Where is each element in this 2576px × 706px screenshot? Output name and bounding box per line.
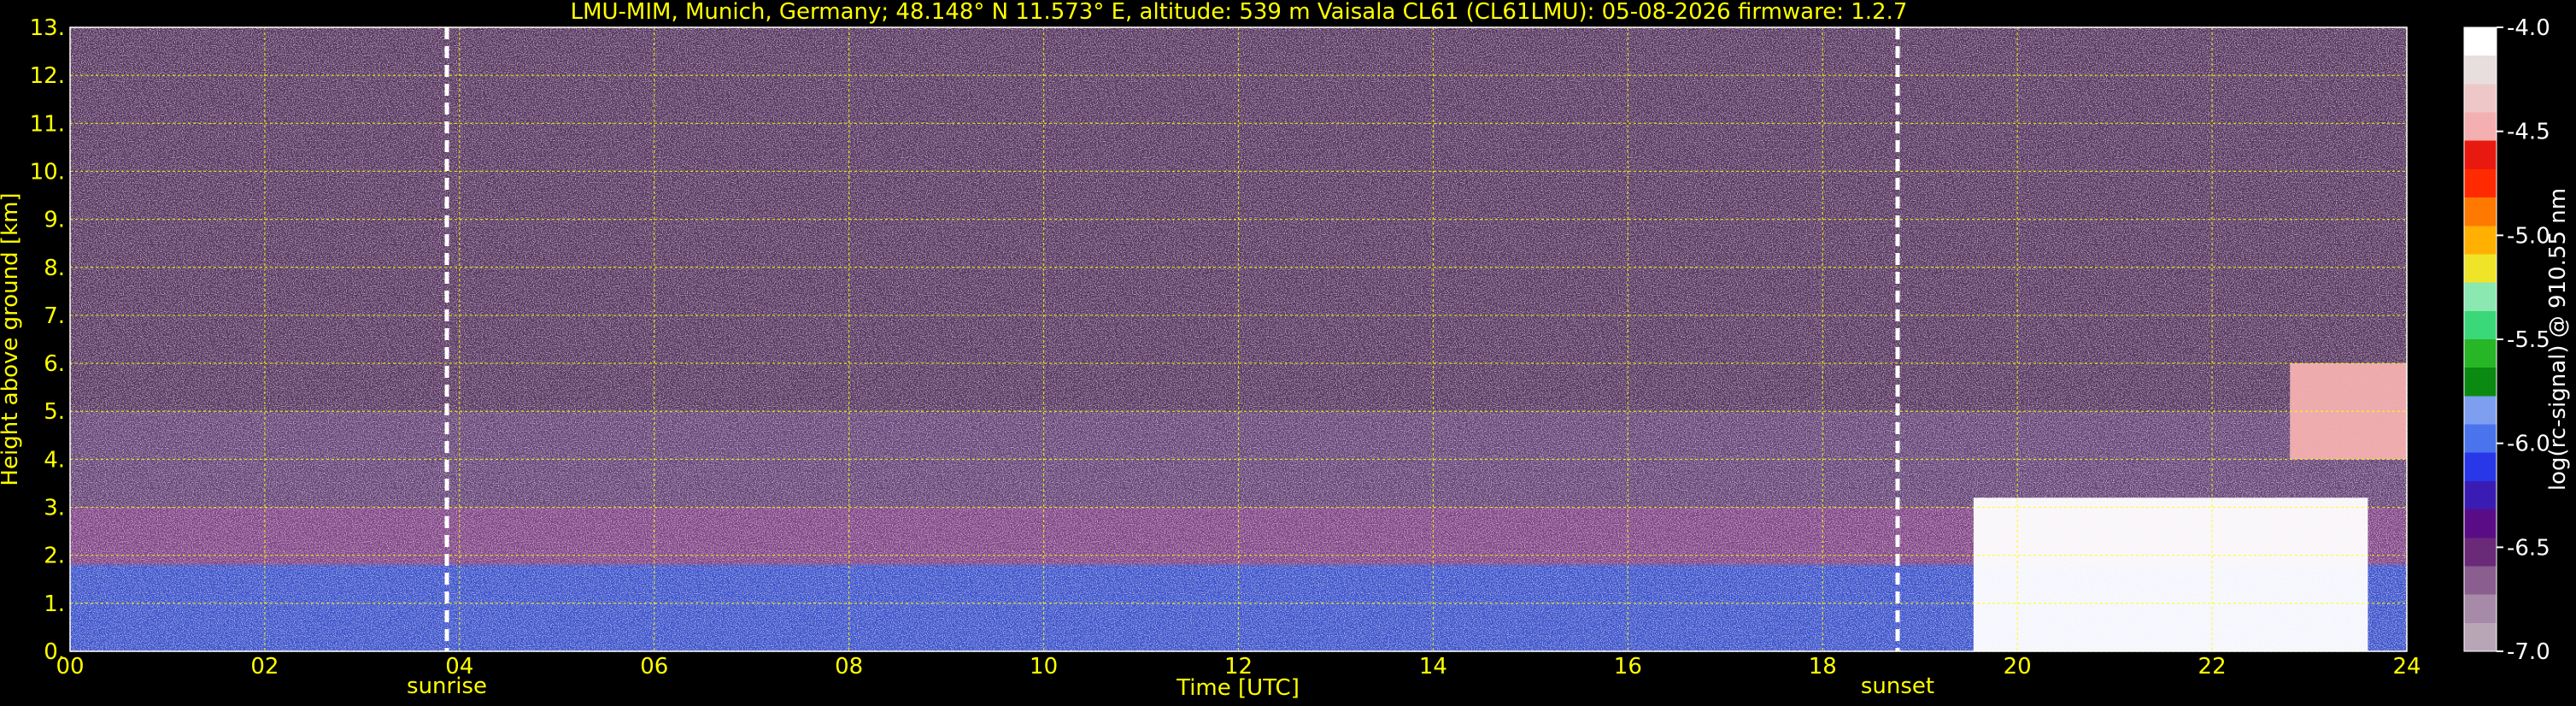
y-axis-label: Height above ground [km] xyxy=(0,192,23,485)
colorbar-tick-label: -5.0 xyxy=(2507,223,2550,249)
x-tick-label: 16 xyxy=(1614,654,1642,680)
colorbar-label: log(rc-signal) @ 910.55 nm xyxy=(2545,188,2571,491)
y-tick-label: 5. xyxy=(44,399,65,425)
x-tick-label: 08 xyxy=(835,654,863,680)
x-axis-label: Time [UTC] xyxy=(1176,675,1300,701)
ceilometer-chart: LMU-MIM, Munich, Germany; 48.148° N 11.5… xyxy=(0,0,2571,701)
colorbar-tick-label: -6.0 xyxy=(2507,432,2550,457)
x-tick-label: 06 xyxy=(640,654,668,680)
y-tick-label: 10. xyxy=(30,159,65,185)
event-label-sunset: sunset xyxy=(1861,674,1934,699)
cloud-feature xyxy=(1973,497,2368,651)
y-tick-label: 3. xyxy=(44,496,65,521)
chart-title: LMU-MIM, Munich, Germany; 48.148° N 11.5… xyxy=(571,0,1908,25)
y-tick-label: 11. xyxy=(30,111,65,137)
y-tick-label: 1. xyxy=(44,591,65,617)
y-tick-label: 6. xyxy=(44,351,65,377)
y-tick-label: 7. xyxy=(44,303,65,329)
y-tick-label: 2. xyxy=(44,544,65,569)
y-tick-label: 4. xyxy=(44,447,65,473)
x-tick-label: 20 xyxy=(2004,654,2032,680)
event-label-sunrise: sunrise xyxy=(407,674,487,699)
x-tick-label: 18 xyxy=(1809,654,1837,680)
colorbar-tick-label: -4.0 xyxy=(2507,15,2550,41)
y-tick-label: 13. xyxy=(30,15,65,41)
colorbar-tick-label: -4.5 xyxy=(2507,120,2550,145)
plot-area xyxy=(69,26,2408,652)
x-tick-label: 02 xyxy=(250,654,279,680)
y-tick-label: 12. xyxy=(30,63,65,89)
y-tick-label: 0. xyxy=(44,639,65,665)
x-tick-label: 10 xyxy=(1030,654,1058,680)
x-tick-label: 14 xyxy=(1419,654,1447,680)
colorbar-tick-label: -5.5 xyxy=(2507,327,2550,353)
colorbar-tick-label: -7.0 xyxy=(2507,639,2550,665)
y-tick-label: 8. xyxy=(44,256,65,281)
colorbar: -4.0 -4.5 -5.0 -5.5 -6.0 -6.5 -7.0 log(rc-sign… xyxy=(2463,15,2571,665)
colorbar-gradient xyxy=(2463,26,2497,652)
y-tick-label: 9. xyxy=(44,208,65,233)
colorbar-tick-label: -6.5 xyxy=(2507,535,2550,561)
x-tick-label: 22 xyxy=(2198,654,2227,680)
x-tick-label: 24 xyxy=(2392,654,2421,680)
